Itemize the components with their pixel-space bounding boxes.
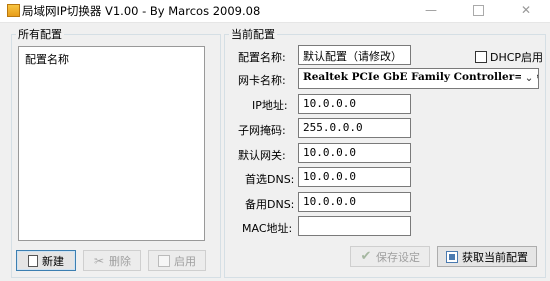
all-configs-group-title: 所有配置 bbox=[16, 26, 64, 42]
scissors-icon: ✂ bbox=[93, 253, 105, 268]
nic-select[interactable]: Realtek PCIe GbE Family Controller=[F4F … bbox=[298, 68, 539, 89]
nic-select-value: Realtek PCIe GbE Family Controller=[F4F bbox=[303, 71, 539, 83]
save-button-label: 保存设定 bbox=[376, 250, 420, 264]
checkmark-icon: ✔ bbox=[360, 248, 372, 264]
config-list[interactable]: 配置名称 bbox=[18, 46, 205, 241]
enable-icon bbox=[158, 254, 170, 267]
ip-field[interactable]: 10.0.0.0 bbox=[298, 94, 411, 114]
enable-button-label: 启用 bbox=[174, 254, 196, 268]
get-current-config-button[interactable]: 获取当前配置 bbox=[437, 246, 537, 267]
dhcp-toggle[interactable]: DHCP启用 bbox=[475, 49, 543, 65]
gateway-label: 默认网关: bbox=[238, 149, 286, 162]
dns1-label: 首选DNS: bbox=[245, 173, 295, 186]
mac-label: MAC地址: bbox=[242, 222, 293, 235]
dhcp-checkbox[interactable] bbox=[475, 51, 487, 63]
current-config-group-title: 当前配置 bbox=[229, 26, 277, 42]
minimize-button[interactable]: — bbox=[408, 0, 454, 22]
dhcp-label: DHCP启用 bbox=[490, 51, 544, 64]
get-config-icon bbox=[446, 250, 458, 263]
ip-label: IP地址: bbox=[252, 99, 288, 112]
dns1-field[interactable]: 10.0.0.0 bbox=[298, 167, 411, 187]
subnet-field[interactable]: 255.0.0.0 bbox=[298, 118, 411, 138]
config-name-label: 配置名称: bbox=[238, 51, 286, 64]
config-name-field[interactable]: 默认配置（请修改） bbox=[298, 45, 411, 65]
mac-field[interactable] bbox=[298, 216, 411, 236]
new-button[interactable]: 新建 bbox=[16, 250, 76, 271]
gateway-field[interactable]: 10.0.0.0 bbox=[298, 143, 411, 163]
new-button-label: 新建 bbox=[42, 254, 64, 268]
maximize-button[interactable] bbox=[455, 0, 501, 22]
window-title: 局域网IP切换器 V1.00 - By Marcos 2009.08 bbox=[22, 4, 261, 18]
subnet-label: 子网掩码: bbox=[238, 124, 286, 137]
enable-button[interactable]: 启用 bbox=[148, 250, 206, 271]
nic-name-label: 网卡名称: bbox=[238, 74, 286, 87]
title-bar: 局域网IP切换器 V1.00 - By Marcos 2009.08 — ✕ bbox=[0, 0, 550, 23]
get-current-config-label: 获取当前配置 bbox=[462, 250, 528, 264]
delete-button[interactable]: ✂ 删除 bbox=[83, 250, 141, 271]
save-button[interactable]: ✔ 保存设定 bbox=[350, 246, 430, 267]
chevron-down-icon[interactable]: ⌄ bbox=[521, 70, 537, 87]
delete-button-label: 删除 bbox=[109, 254, 131, 268]
list-item[interactable]: 配置名称 bbox=[25, 51, 69, 67]
dns2-field[interactable]: 10.0.0.0 bbox=[298, 192, 411, 212]
dns2-label: 备用DNS: bbox=[245, 198, 295, 211]
maximize-icon bbox=[472, 5, 484, 16]
new-document-icon bbox=[28, 254, 38, 267]
app-icon bbox=[7, 4, 20, 17]
close-button[interactable]: ✕ bbox=[503, 0, 549, 22]
